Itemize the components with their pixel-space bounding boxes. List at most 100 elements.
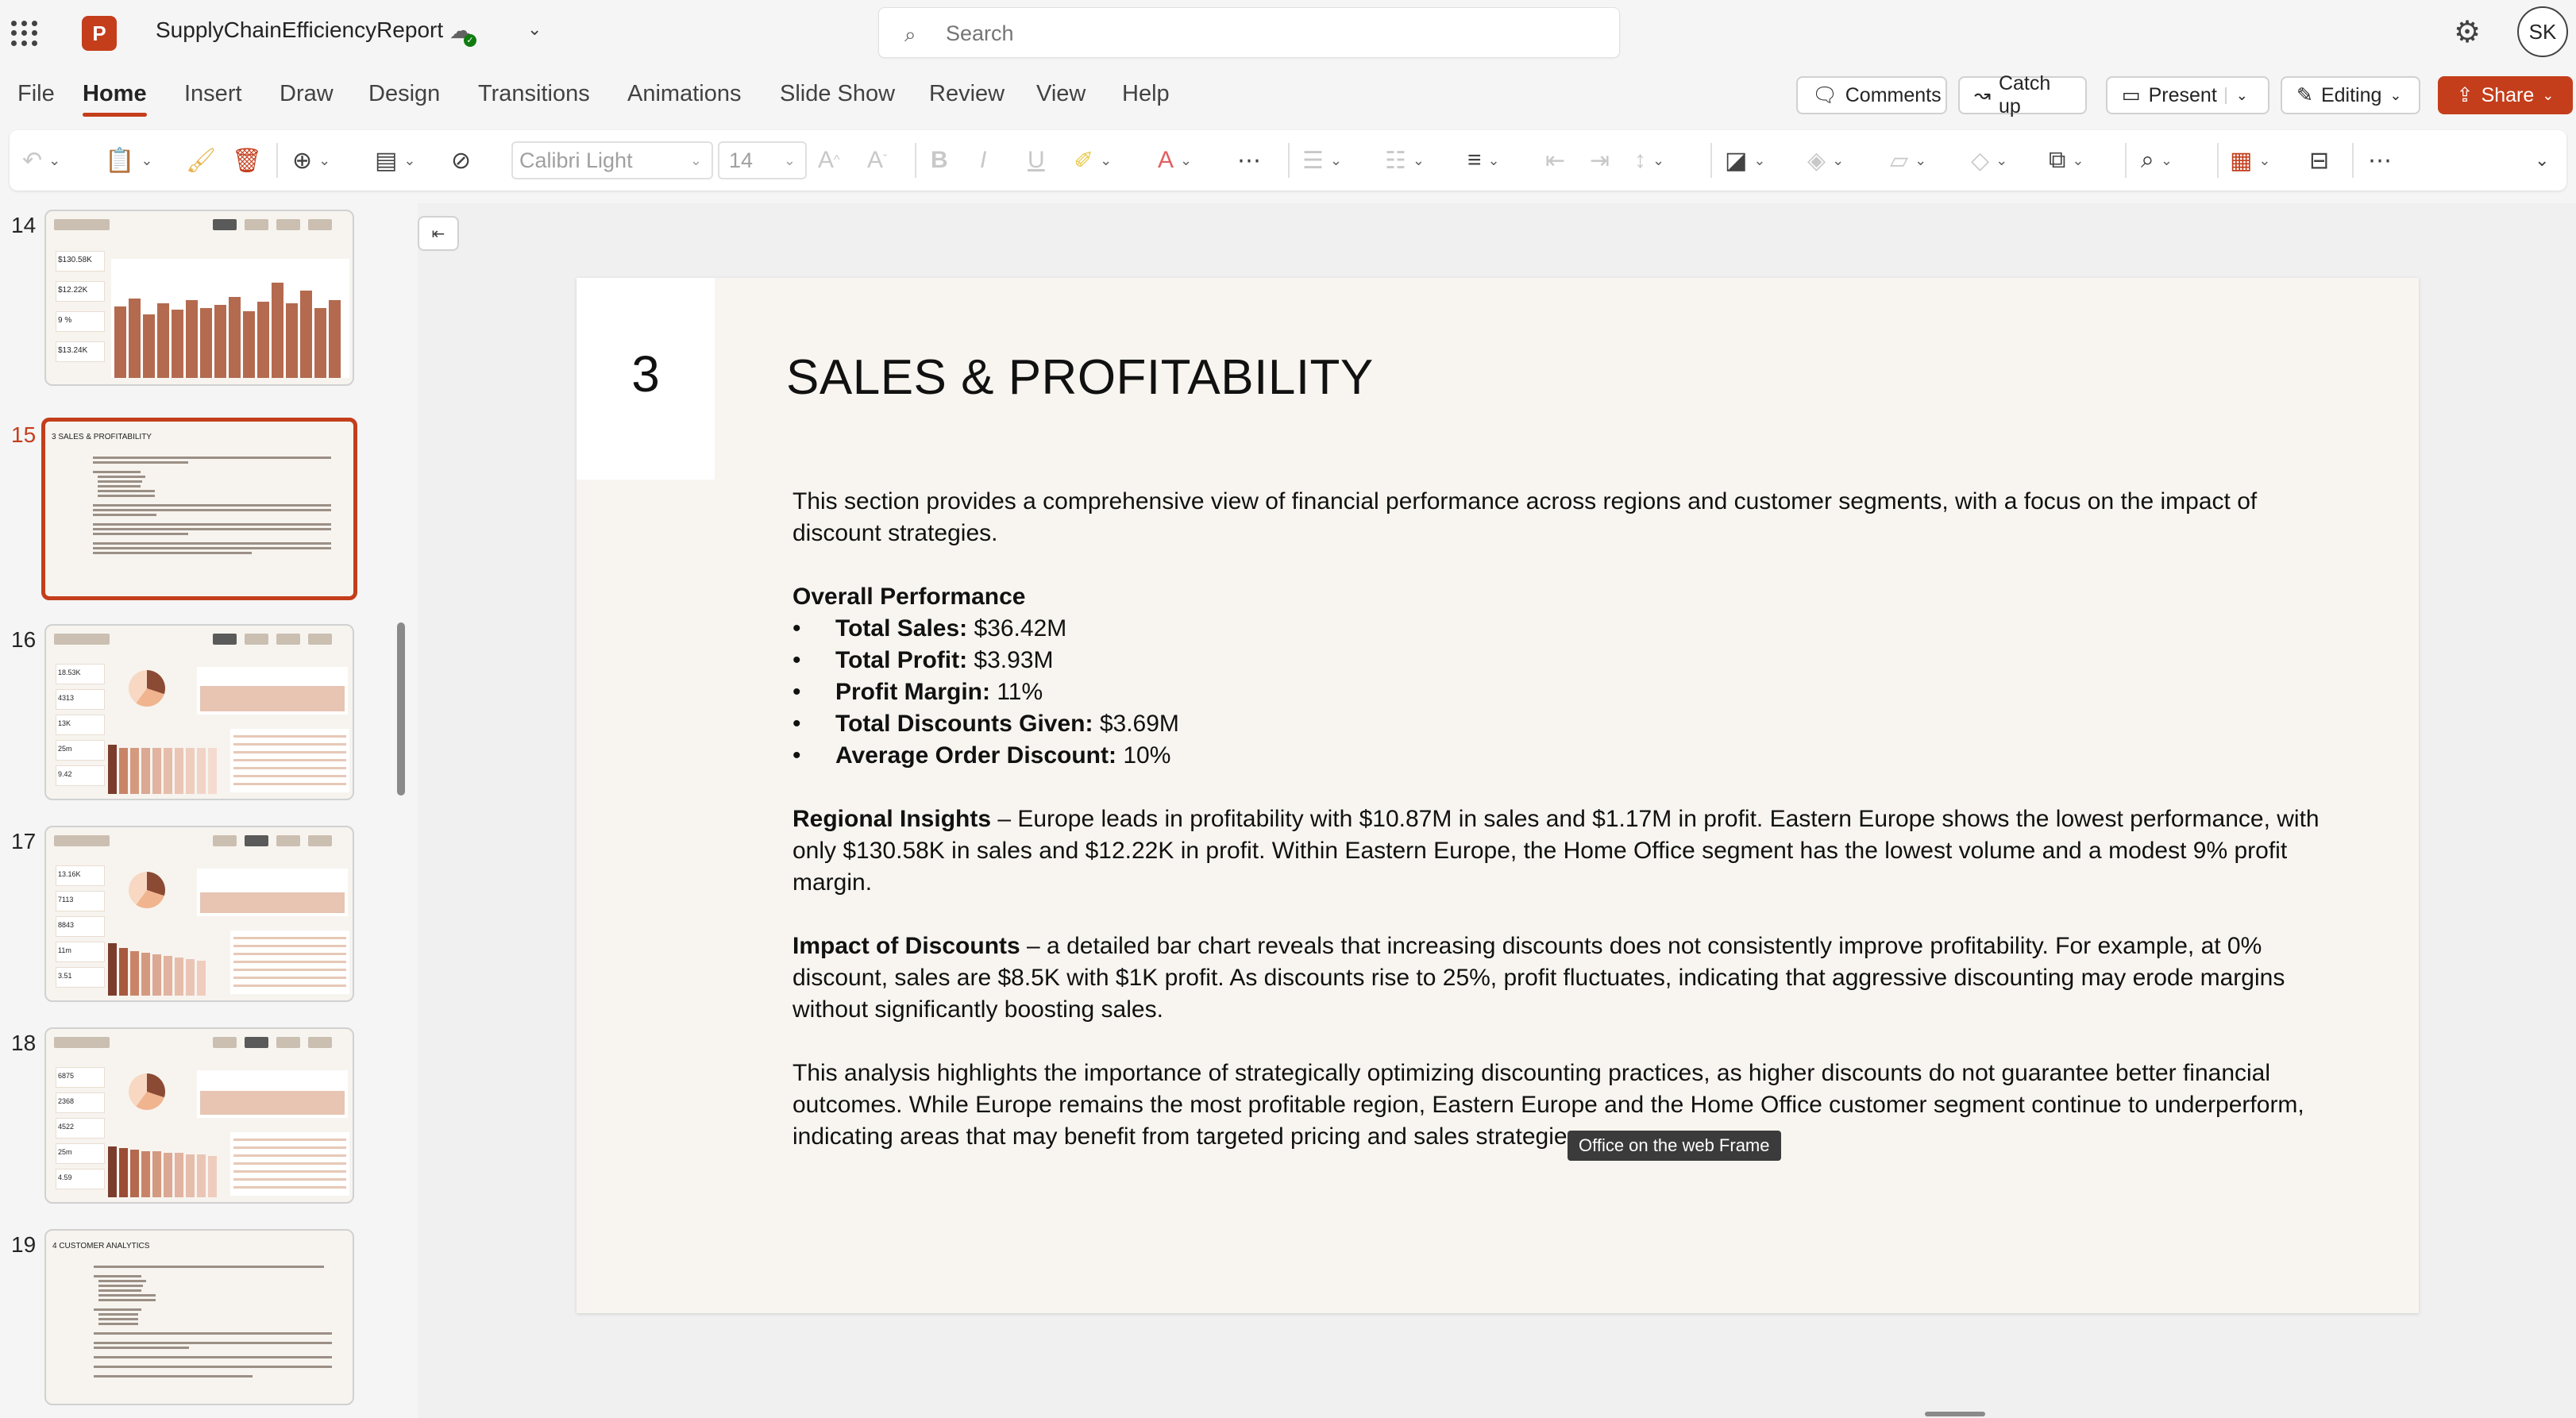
font-name-value: Calibri Light	[519, 148, 633, 172]
tab-insert[interactable]: Insert	[184, 81, 242, 107]
powerpoint-window: P SupplyChainEfficiencyReport ☁ ⌄ ⌕ ⚙ SK…	[0, 0, 2576, 1418]
thumbnail-scrollbar[interactable]	[397, 622, 405, 796]
format-painter-icon[interactable]: 🖌	[186, 143, 216, 178]
new-slide-icon[interactable]: ⊕ ⌄	[292, 143, 330, 178]
slide-number: 14	[11, 213, 37, 237]
increase-indent-icon[interactable]: ⇥	[1590, 143, 1610, 178]
kpi-value: 25m	[58, 745, 72, 753]
more-commands-icon[interactable]: ⋯	[2368, 143, 2392, 178]
add-ins-icon[interactable]: ⊟	[2309, 143, 2329, 178]
chevron-down-icon[interactable]: ⌄	[527, 19, 542, 40]
search-box[interactable]: ⌕	[878, 7, 1620, 58]
chevron-down-icon: ⌄	[783, 152, 796, 168]
present-label: Present	[2148, 83, 2217, 106]
shape-outline-icon[interactable]: ▱ ⌄	[1890, 143, 1926, 178]
tab-review[interactable]: Review	[929, 81, 1005, 107]
font-color-icon[interactable]: A ⌄	[1158, 143, 1192, 178]
share-button[interactable]: ⇪ Share ⌄	[2438, 76, 2573, 114]
chevron-down-icon[interactable]: ⌄	[2224, 87, 2248, 104]
slide-thumbnail-19[interactable]: 4 CUSTOMER ANALYTICS	[44, 1229, 354, 1405]
horizontal-scrollbar[interactable]	[1925, 1412, 1985, 1416]
bullets-icon[interactable]: ☰ ⌄	[1302, 143, 1342, 178]
kpi-card: $13.24K	[56, 341, 105, 362]
list-item: Profit Margin: 11%	[792, 676, 2349, 708]
ribbon-expand-chevron-icon[interactable]: ⌄	[2535, 143, 2549, 178]
kpi-value: 3.51	[58, 972, 72, 980]
slide-thumbnail-16[interactable]: 18.53K 4313 13K 25m 9.42	[44, 624, 354, 800]
arrange-icon[interactable]: ⧉ ⌄	[2049, 143, 2084, 178]
present-button[interactable]: ▭ Present ⌄	[2106, 76, 2269, 114]
underline-icon[interactable]: U	[1028, 143, 1045, 178]
italic-icon[interactable]: I	[980, 143, 986, 178]
kpi-value: 6875	[58, 1072, 75, 1080]
powerpoint-logo-icon: P	[82, 16, 121, 51]
font-size-select[interactable]: 14 ⌄	[718, 141, 807, 179]
shape-fill-icon[interactable]: ◈ ⌄	[1807, 143, 1844, 178]
undo-icon[interactable]: ↶ ⌄	[22, 143, 60, 178]
kpi-value: 11m	[58, 946, 71, 954]
more-icon[interactable]: ⋯	[1237, 143, 1261, 178]
kpi-value: 13.16K	[58, 870, 81, 878]
tab-help[interactable]: Help	[1122, 81, 1170, 107]
designer-icon[interactable]: ▦ ⌄	[2230, 143, 2270, 178]
tab-slide-show[interactable]: Slide Show	[780, 81, 895, 107]
font-name-select[interactable]: Calibri Light ⌄	[511, 141, 713, 179]
numbering-icon[interactable]: ☷ ⌄	[1385, 143, 1425, 178]
catch-up-button[interactable]: ↝ Catch up	[1958, 72, 2087, 118]
slide-number: 17	[11, 829, 37, 853]
kpi-card: $130.58K	[56, 251, 105, 272]
layout-icon[interactable]: ▤ ⌄	[375, 143, 415, 178]
kpi-card: 9 %	[56, 311, 105, 332]
collapse-pane-icon[interactable]: ⇤	[418, 216, 459, 251]
current-slide[interactable]: 3 SALES & PROFITABILITY This section pro…	[577, 278, 2419, 1313]
search-input[interactable]	[946, 16, 1581, 51]
shapes-icon[interactable]: ◪ ⌄	[1725, 143, 1765, 178]
kpi-value: 25m	[58, 1148, 72, 1156]
delete-icon[interactable]: 🗑	[232, 143, 262, 178]
tab-design[interactable]: Design	[368, 81, 440, 107]
tab-draw[interactable]: Draw	[280, 81, 334, 107]
tab-animations[interactable]: Animations	[627, 81, 741, 107]
frame-tooltip: Office on the web Frame	[1568, 1131, 1781, 1161]
comments-label: Comments	[1845, 83, 1942, 106]
editing-label: Editing	[2320, 83, 2382, 106]
slide-thumbnail-14[interactable]: $130.58K $12.22K 9 % $13.24K	[44, 210, 354, 386]
tab-transitions[interactable]: Transitions	[478, 81, 590, 107]
avatar[interactable]: SK	[2517, 6, 2568, 57]
slide-body-text[interactable]: This section provides a comprehensive vi…	[792, 486, 2349, 1185]
mini-bar-chart	[108, 737, 227, 794]
comments-button[interactable]: 🗨 Comments	[1796, 76, 1947, 114]
chevron-down-icon: ⌄	[2389, 87, 2402, 103]
increase-font-icon[interactable]: A ^	[818, 143, 840, 178]
mini-table	[230, 1132, 349, 1196]
share-label: Share	[2481, 83, 2535, 106]
slide-thumbnail-15[interactable]: 3 SALES & PROFITABILITY	[41, 418, 357, 600]
tab-home[interactable]: Home	[83, 81, 147, 117]
decrease-indent-icon[interactable]: ⇤	[1545, 143, 1565, 178]
shape-effects-icon[interactable]: ◇ ⌄	[1971, 143, 2007, 178]
slide-title[interactable]: SALES & PROFITABILITY	[786, 349, 1374, 406]
slide-number: 16	[11, 627, 37, 652]
comment-icon: 🗨	[1812, 83, 1838, 106]
hide-slide-icon[interactable]: ⊘	[451, 143, 471, 178]
line-spacing-icon[interactable]: ↕ ⌄	[1634, 143, 1664, 178]
paste-icon[interactable]: 📋 ⌄	[105, 143, 152, 178]
app-launcher-icon[interactable]	[8, 17, 40, 49]
document-title[interactable]: SupplyChainEfficiencyReport	[156, 17, 443, 43]
tab-view[interactable]: View	[1036, 81, 1086, 107]
present-icon: ▭	[2122, 84, 2141, 106]
discounts-paragraph: Impact of Discounts – a detailed bar cha…	[792, 933, 2285, 1023]
slide-thumbnail-18[interactable]: 6875 2368 4522 25m 4.59	[44, 1027, 354, 1204]
bold-icon[interactable]: B	[931, 143, 948, 178]
editing-mode-button[interactable]: ✎ Editing ⌄	[2281, 76, 2420, 114]
align-icon[interactable]: ≡ ⌄	[1467, 143, 1500, 178]
section-number: 3	[631, 345, 660, 403]
gear-icon[interactable]: ⚙	[2454, 14, 2481, 50]
decrease-font-icon[interactable]: Aˇ	[867, 143, 887, 178]
mini-pie-chart	[129, 670, 165, 707]
find-icon[interactable]: ⌕ ⌄	[2141, 143, 2173, 178]
highlight-icon[interactable]: ✐ ⌄	[1074, 143, 1112, 178]
tab-file[interactable]: File	[17, 81, 55, 107]
intro-paragraph: This section provides a comprehensive vi…	[792, 488, 2258, 546]
slide-thumbnail-17[interactable]: 13.16K 7113 8843 11m 3.51	[44, 826, 354, 1002]
